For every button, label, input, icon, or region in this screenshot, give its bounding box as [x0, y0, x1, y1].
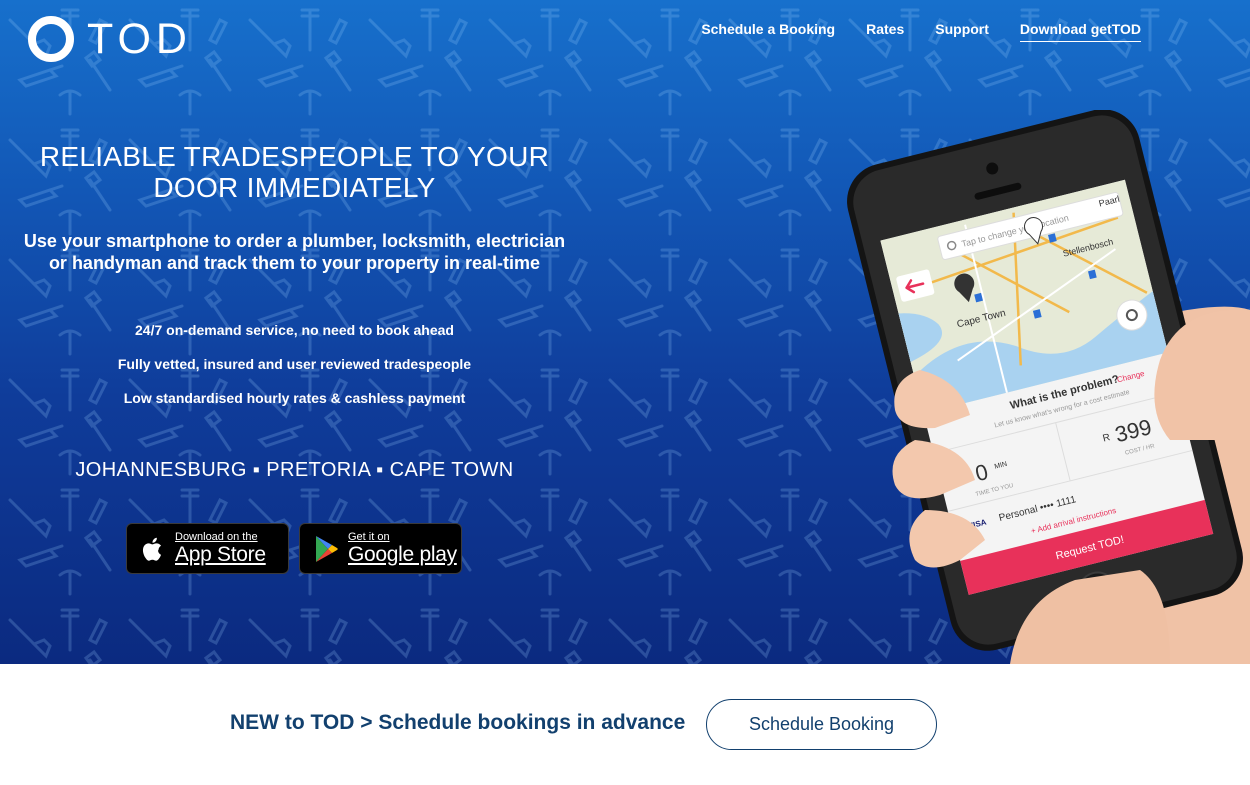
logo-wordmark: TOD [87, 15, 192, 63]
hero-headline: RELIABLE TRADESPEOPLE TO YOUR DOOR IMMED… [39, 141, 550, 203]
app-store-small-label: Download on the [175, 530, 258, 543]
app-store-big-label: App Store [175, 542, 266, 566]
google-play-big-label: Google play [348, 542, 457, 566]
nav-download-gettod[interactable]: Download getTOD [1019, 20, 1141, 42]
hero-section: TOD Schedule a Booking Rates Support Dow… [0, 0, 1250, 664]
feature-item: Fully vetted, insured and user reviewed … [117, 356, 472, 372]
apple-icon [142, 537, 161, 561]
cta-text: NEW to TOD > Schedule bookings in advanc… [230, 711, 686, 734]
nav-rates[interactable]: Rates [866, 20, 904, 42]
feature-item: Low standardised hourly rates & cashless… [123, 390, 466, 406]
hero-subheadline: Use your smartphone to order a plumber, … [23, 231, 566, 273]
logo-ring-icon [28, 16, 74, 62]
feature-item: 24/7 on-demand service, no need to book … [135, 322, 454, 338]
google-play-icon [316, 535, 338, 562]
schedule-booking-button[interactable]: Schedule Booking [706, 699, 937, 750]
cities-list: JOHANNESBURG ▪ PRETORIA ▪ CAPE TOWN [75, 459, 514, 481]
google-play-badge[interactable]: Get it on Google play [299, 523, 462, 574]
tod-logo[interactable]: TOD [28, 16, 192, 62]
phone-hand-graphic: Tap to change your location Cape Town St… [847, 109, 1250, 664]
main-nav: Schedule a Booking Rates Support Downloa… [670, 20, 1141, 42]
nav-support[interactable]: Support [935, 20, 989, 42]
nav-schedule-booking[interactable]: Schedule a Booking [701, 20, 835, 42]
phone-illustration: Tap to change your location Cape Town St… [840, 109, 1250, 664]
app-store-badge[interactable]: Download on the App Store [126, 523, 289, 574]
google-play-small-label: Get it on [348, 530, 390, 543]
